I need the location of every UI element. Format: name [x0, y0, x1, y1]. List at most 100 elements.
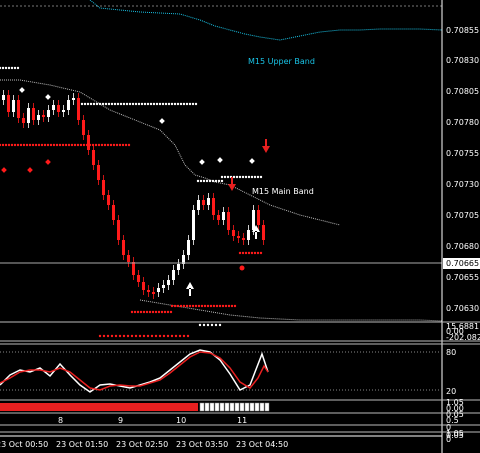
red-level-dot: [130, 310, 134, 314]
white-level-dot: [161, 102, 165, 106]
candle-body: [197, 200, 200, 210]
indicator-dot: [98, 334, 102, 338]
histogram-block: [254, 402, 260, 412]
red-level-dot: [73, 143, 77, 147]
white-level-dot: [10, 66, 14, 70]
white-level-dot: [205, 179, 209, 183]
red-level-dot: [88, 143, 92, 147]
red-level-dot: [227, 304, 231, 308]
red-level-dot: [163, 310, 167, 314]
red-level-dot: [118, 143, 122, 147]
red-level-dot: [151, 310, 155, 314]
main-band-label: M15 Main Band: [252, 187, 314, 196]
red-level-dot: [109, 143, 113, 147]
bottom-panel-label: 0.05: [446, 431, 464, 440]
indicator-dot: [150, 334, 154, 338]
sub-axis-label: 9: [118, 416, 123, 425]
red-level-dot: [244, 251, 248, 255]
price-label: 0.70805: [446, 87, 479, 96]
candle-body: [17, 100, 20, 118]
white-level-dot: [122, 102, 126, 106]
price-label: 0.70855: [446, 26, 479, 35]
red-level-dot: [157, 310, 161, 314]
white-level-dot: [179, 102, 183, 106]
candle-body: [52, 105, 55, 110]
candle-body: [67, 100, 70, 110]
white-level-dot: [220, 179, 224, 183]
price-label: 0.70630: [446, 304, 479, 313]
white-level-dot: [196, 179, 200, 183]
red-level-dot: [16, 143, 20, 147]
price-label: 0.70680: [446, 242, 479, 251]
red-level-dot: [176, 304, 180, 308]
candle-body: [227, 212, 230, 230]
white-level-dot: [188, 102, 192, 106]
red-level-dot: [238, 251, 242, 255]
white-level-dot: [253, 175, 257, 179]
price-label: 0.70755: [446, 149, 479, 158]
white-level-dot: [110, 102, 114, 106]
red-level-dot: [79, 143, 83, 147]
candle-body: [7, 95, 10, 112]
candle-body: [162, 285, 165, 288]
red-level-dot: [94, 143, 98, 147]
white-level-dot: [182, 102, 186, 106]
candle-body: [77, 98, 80, 120]
red-level-dot: [179, 304, 183, 308]
red-level-dot: [82, 143, 86, 147]
white-level-dot: [238, 175, 242, 179]
red-level-dot: [166, 310, 170, 314]
time-axis: 23 Oct 00:50 23 Oct 01:50 23 Oct 02:50 2…: [0, 435, 442, 449]
red-level-dot: [4, 143, 8, 147]
down-arrow-icon: [262, 139, 270, 153]
histogram-block: [244, 402, 250, 412]
white-diamond: [249, 158, 255, 164]
white-dot-levels: [0, 66, 263, 183]
candle-body: [167, 280, 170, 285]
candle-body: [262, 225, 265, 240]
price-label: 0.70730: [446, 180, 479, 189]
red-diamond: [1, 167, 7, 173]
candle-body: [172, 270, 175, 280]
white-level-dot: [167, 102, 171, 106]
trading-chart[interactable]: M15 Upper Band M15 Main Band 0.70855 0.7…: [0, 0, 480, 453]
white-level-dot: [158, 102, 162, 106]
white-level-dot: [244, 175, 248, 179]
red-level-dot: [241, 251, 245, 255]
red-level-dot: [52, 143, 56, 147]
main-band-line: [0, 79, 341, 226]
candle-body: [187, 240, 190, 255]
red-level-dot: [185, 304, 189, 308]
candle-body: [27, 108, 30, 123]
histogram-block: [249, 402, 255, 412]
histogram-block: [219, 402, 225, 412]
white-level-dot: [104, 102, 108, 106]
white-diamond: [217, 157, 223, 163]
indicator-dot: [138, 334, 142, 338]
red-level-dot: [142, 310, 146, 314]
red-level-dot: [7, 143, 11, 147]
candle-body: [232, 230, 235, 236]
histogram-block: [199, 402, 205, 412]
white-level-dot: [220, 175, 224, 179]
red-level-dot: [70, 143, 74, 147]
red-level-dot: [191, 304, 195, 308]
current-price-value: 0.70665: [446, 259, 479, 268]
histogram-block: [259, 402, 265, 412]
red-level-dot: [28, 143, 32, 147]
price-pane[interactable]: M15 Upper Band M15 Main Band: [0, 0, 443, 322]
trend-histogram: 1.05 0.00 0.05: [0, 398, 464, 419]
red-level-dot: [76, 143, 80, 147]
white-level-dot: [107, 102, 111, 106]
red-level-dot: [121, 143, 125, 147]
white-level-dot: [170, 102, 174, 106]
candle-body: [207, 198, 210, 205]
candle-body: [87, 135, 90, 150]
candle-body: [202, 200, 205, 205]
candle-body: [192, 210, 195, 240]
red-level-dot: [259, 251, 263, 255]
time-label: 23 Oct 03:50: [176, 440, 228, 449]
red-level-dot: [112, 143, 116, 147]
white-level-dot: [1, 66, 5, 70]
red-level-dot: [145, 310, 149, 314]
